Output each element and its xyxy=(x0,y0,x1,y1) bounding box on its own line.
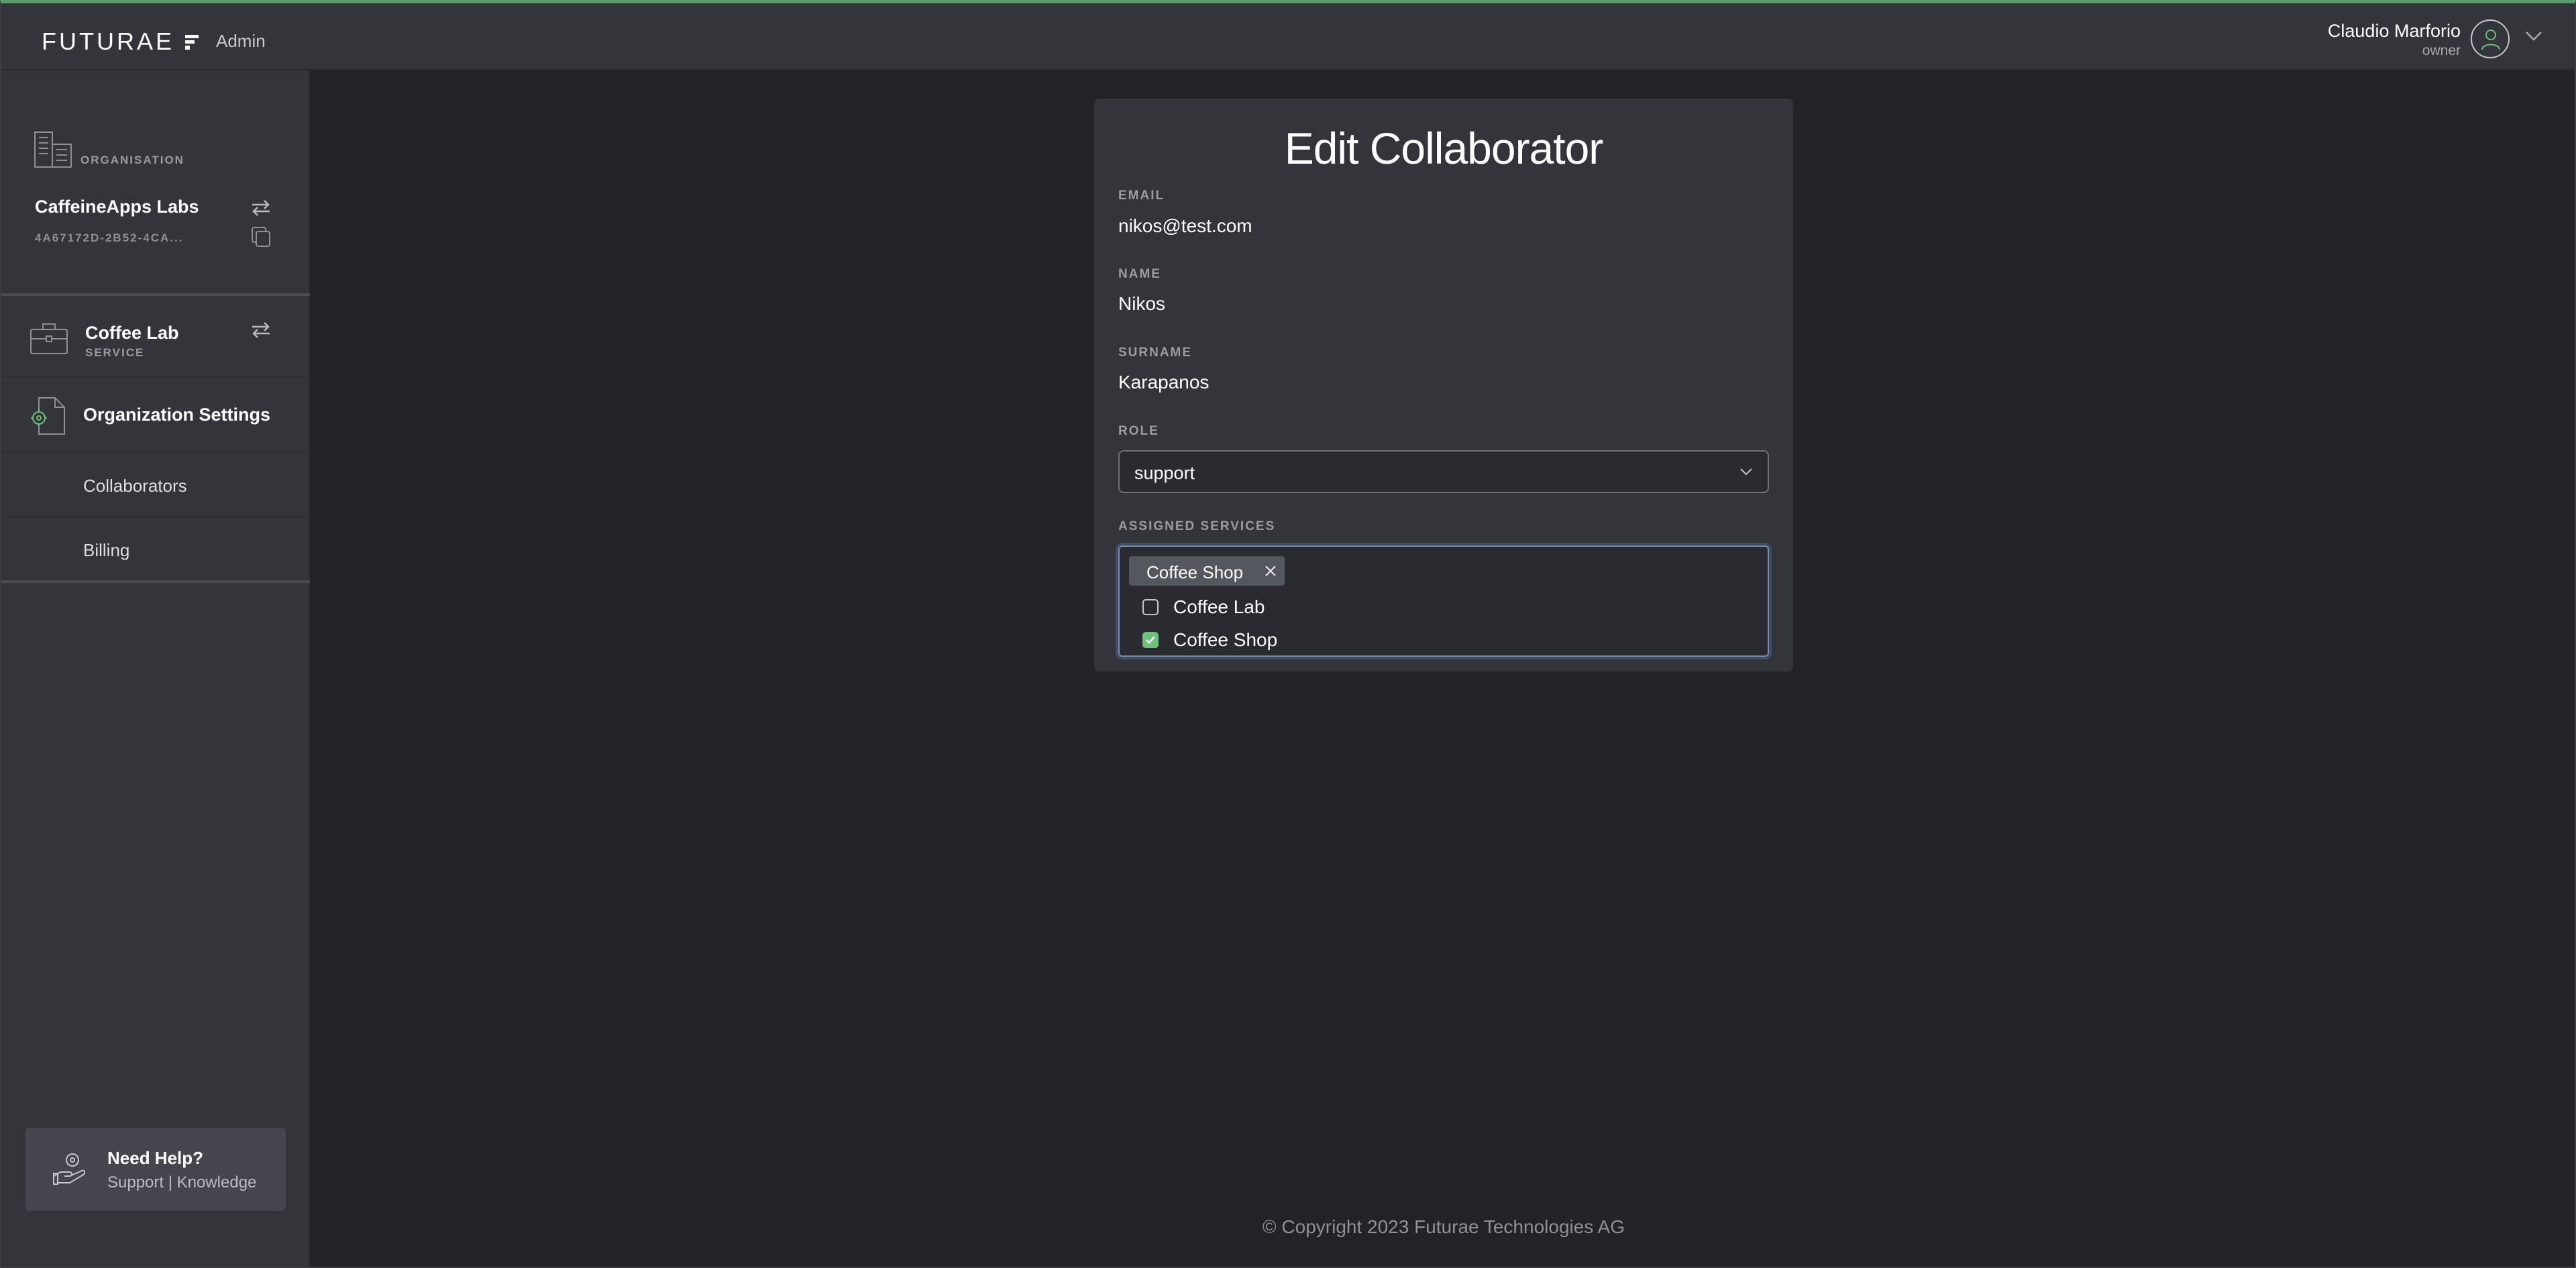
sidebar-item-label: Collaborators xyxy=(83,476,187,496)
logo-text: FUTURAE xyxy=(42,28,174,55)
sidebar-item-organization-settings[interactable]: Organization Settings xyxy=(1,376,310,453)
role-select[interactable]: support xyxy=(1118,450,1769,493)
assigned-services-multiselect[interactable]: Coffee Shop Coffee Lab Coffee Shop xyxy=(1118,545,1769,657)
user-role: owner xyxy=(2422,43,2461,58)
swap-service-icon[interactable] xyxy=(251,321,271,342)
name-label: NAME xyxy=(1118,267,1161,281)
check-icon xyxy=(1146,636,1155,644)
chevron-down-icon xyxy=(1739,468,1753,480)
sidebar: ORGANISATION CaffeineApps Labs 4A67172D-… xyxy=(1,70,310,1267)
edit-collaborator-card: Edit Collaborator EMAIL nikos@test.com N… xyxy=(1094,99,1793,672)
checkbox-checked[interactable] xyxy=(1142,632,1159,648)
sidebar-divider xyxy=(1,580,310,583)
user-avatar-icon[interactable] xyxy=(2471,19,2510,58)
help-links: Support | Knowledge xyxy=(107,1173,256,1192)
surname-label: SURNAME xyxy=(1118,346,1193,360)
services-label: ASSIGNED SERVICES xyxy=(1118,519,1276,533)
role-label: ROLE xyxy=(1118,424,1159,438)
briefcase-icon xyxy=(30,321,68,358)
top-bar: FUTURAE Admin Claudio Marforio owner xyxy=(1,3,2575,70)
knowledge-link[interactable]: Knowledge xyxy=(177,1173,257,1192)
help-separator: | xyxy=(168,1173,172,1192)
copyright-footer: © Copyright 2023 Futurae Technologies AG xyxy=(1263,1216,1625,1237)
service-name: Coffee Lab xyxy=(85,323,179,343)
checkbox[interactable] xyxy=(1142,599,1159,615)
sidebar-item-label: Organization Settings xyxy=(83,405,271,425)
surname-value: Karapanos xyxy=(1118,372,1210,392)
email-label: EMAIL xyxy=(1118,189,1165,203)
organisation-id: 4A67172D-2B52-4CA... xyxy=(35,231,184,244)
service-selector[interactable]: Coffee Lab SERVICE xyxy=(1,299,310,379)
help-hand-icon xyxy=(52,1149,90,1190)
settings-doc-icon xyxy=(30,397,66,439)
service-label: SERVICE xyxy=(85,346,145,359)
user-info[interactable]: Claudio Marforio owner xyxy=(2328,21,2461,59)
selected-service-tag: Coffee Shop xyxy=(1129,556,1285,586)
user-name: Claudio Marforio xyxy=(2327,21,2461,41)
help-title: Need Help? xyxy=(107,1148,204,1168)
close-icon[interactable] xyxy=(1265,565,1277,580)
organisation-label: ORGANISATION xyxy=(80,154,184,166)
sidebar-item-collaborators[interactable]: Collaborators xyxy=(1,453,310,517)
building-icon xyxy=(34,129,72,172)
option-label: Coffee Lab xyxy=(1173,596,1265,617)
app-name: Admin xyxy=(216,31,266,51)
futurae-logo[interactable]: FUTURAE xyxy=(42,28,200,56)
tag-label: Coffee Shop xyxy=(1146,562,1244,582)
page-title: Edit Collaborator xyxy=(1284,123,1604,173)
support-link[interactable]: Support xyxy=(107,1173,164,1192)
swap-organisation-icon[interactable] xyxy=(251,199,271,220)
option-label: Coffee Shop xyxy=(1173,629,1278,650)
name-value: Nikos xyxy=(1118,293,1166,314)
chevron-down-icon[interactable] xyxy=(2525,31,2542,45)
app-frame: FUTURAE Admin Claudio Marforio owner ORG… xyxy=(0,0,2576,1268)
email-value: nikos@test.com xyxy=(1118,215,1252,236)
help-box: Need Help? Support | Knowledge xyxy=(25,1128,286,1211)
organisation-block: ORGANISATION CaffeineApps Labs 4A67172D-… xyxy=(1,70,310,296)
organisation-name: CaffeineApps Labs xyxy=(35,197,199,217)
role-select-value: support xyxy=(1134,463,1195,483)
sidebar-item-label: Billing xyxy=(83,540,130,560)
copy-icon[interactable] xyxy=(251,226,271,251)
logo-mark-icon xyxy=(184,28,200,56)
sidebar-item-billing[interactable]: Billing xyxy=(1,517,310,582)
